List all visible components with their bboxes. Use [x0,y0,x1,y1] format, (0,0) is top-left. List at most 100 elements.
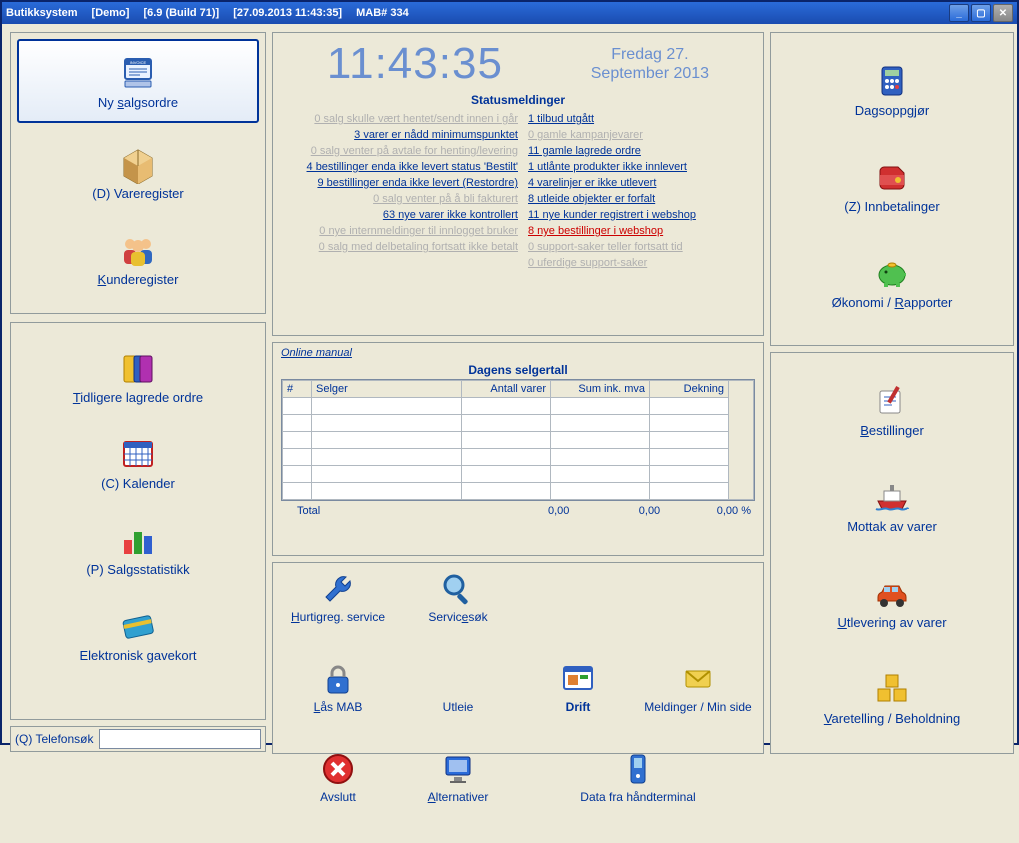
calendar-icon [118,434,158,474]
status-link[interactable]: 0 salg skulle vært hentet/sendt innen i … [283,113,518,125]
online-manual-link[interactable]: Online manual [273,343,360,363]
build-tag: [6.9 (Build 71)] [143,7,219,19]
status-link[interactable]: 0 salg med delbetaling fortsatt ikke bet… [283,241,518,253]
status-link[interactable]: 0 gamle kampanjevarer [528,129,753,141]
col-sum[interactable]: Sum ink. mva [551,381,650,398]
boxes-icon [872,669,912,709]
service-search-button[interactable]: Servicesøk [399,569,517,657]
status-link[interactable]: 0 salg venter på å bli fakturert [283,193,518,205]
economy-button[interactable]: Økonomi / Rapporter [771,233,1013,329]
table-scrollbar[interactable] [729,381,754,500]
status-panel: 11:43:35 Fredag 27. September 2013 Statu… [272,32,764,336]
orders-label: Bestillinger [860,423,924,438]
table-row[interactable] [283,483,754,500]
left-secondary-panel: Tidligere lagrede ordre (C) Kalender (P)… [10,322,266,720]
table-row[interactable] [283,415,754,432]
customer-register-label: Kunderegister [98,272,179,287]
calendar-label: (C) Kalender [101,476,175,491]
service-reg-button[interactable]: Hurtigreg. service [279,569,397,657]
options-button[interactable]: Alternativer [399,749,517,837]
new-sales-order-button[interactable]: INVOICE Ny salgsordre [17,39,259,123]
seller-panel: Online manual Dagens selgertall # Selger… [272,342,764,556]
titlebar: Butikksystem [Demo] [6.9 (Build 71)] [27… [2,2,1017,24]
stocktake-label: Varetelling / Beholdning [824,711,960,726]
status-link[interactable]: 0 salg venter på avtale for henting/leve… [283,145,518,157]
status-link[interactable]: 8 utleide objekter er forfalt [528,193,753,205]
status-link[interactable]: 0 uferdige support-saker [528,257,753,269]
status-link[interactable]: 4 varelinjer er ikke utlevert [528,177,753,189]
day-closing-label: Dagsoppgjør [855,103,929,118]
table-row[interactable] [283,398,754,415]
stocktake-button[interactable]: Varetelling / Beholdning [771,649,1013,745]
phone-search-panel: (Q) Telefonsøk [10,726,266,752]
col-qty[interactable]: Antall varer [462,381,551,398]
status-link[interactable]: 0 nye internmeldinger til innlogget bruk… [283,225,518,237]
col-num[interactable]: # [283,381,312,398]
maximize-button[interactable]: ▢ [971,4,991,22]
table-row[interactable] [283,466,754,483]
handterminal-button[interactable]: Data fra håndterminal [519,749,757,837]
status-link[interactable]: 9 bestillinger enda ikke levert (Restord… [283,177,518,189]
mab-tag: MAB# 334 [356,7,409,19]
total-qty: 0,00 [479,505,570,517]
phone-search-input[interactable] [99,729,261,749]
exit-button[interactable]: Avslutt [279,749,397,837]
total-row: Total 0,00 0,00 0,00 % [273,503,763,523]
deliver-goods-button[interactable]: Utlevering av varer [771,553,1013,649]
options-label: Alternativer [428,791,489,804]
col-cov[interactable]: Dekning [650,381,729,398]
status-link[interactable]: 11 gamle lagrede ordre [528,145,753,157]
right-primary-panel: Dagsoppgjør (Z) Innbetalinger Økonomi / … [770,32,1014,346]
sales-stats-button[interactable]: (P) Salgsstatistikk [11,505,265,591]
car-icon [872,573,912,613]
drift-button[interactable]: Drift [519,659,637,747]
main-window: Butikksystem [Demo] [6.9 (Build 71)] [27… [0,0,1019,745]
lock-icon [318,659,358,699]
clock-display: 11:43:35 [327,39,503,89]
item-register-label: (D) Vareregister [92,186,184,201]
receive-goods-label: Mottak av varer [847,519,937,534]
service-reg-label: Hurtigreg. service [291,611,385,624]
item-register-button[interactable]: (D) Vareregister [11,129,265,215]
saved-orders-button[interactable]: Tidligere lagrede ordre [11,333,265,419]
table-row[interactable] [283,432,754,449]
wallet-icon [872,157,912,197]
monitor-icon [438,749,478,789]
total-cov: 0,00 % [660,505,751,517]
giftcard-button[interactable]: Elektronisk gavekort [11,591,265,677]
messages-label: Meldinger / Min side [644,701,751,714]
rental-button[interactable]: Utleie [399,659,517,747]
messages-button[interactable]: Meldinger / Min side [639,659,757,747]
calculator-icon [872,61,912,101]
receive-goods-button[interactable]: Mottak av varer [771,457,1013,553]
magnifier-icon [438,569,478,609]
right-secondary-panel: Bestillinger Mottak av varer Utlevering … [770,352,1014,754]
wrench-icon [318,569,358,609]
status-link[interactable]: 1 tilbud utgått [528,113,753,125]
table-row[interactable] [283,449,754,466]
card-icon [118,606,158,646]
lock-button[interactable]: Lås MAB [279,659,397,747]
piggy-icon [872,253,912,293]
minimize-button[interactable]: _ [949,4,969,22]
payments-button[interactable]: (Z) Innbetalinger [771,137,1013,233]
seller-table: # Selger Antall varer Sum ink. mva Dekni… [281,379,755,501]
box-icon [118,144,158,184]
people-icon [118,230,158,270]
calendar-button[interactable]: (C) Kalender [11,419,265,505]
status-link[interactable]: 11 nye kunder registrert i webshop [528,209,753,221]
status-link[interactable]: 3 varer er nådd minimumspunktet [283,129,518,141]
status-link[interactable]: 8 nye bestillinger i webshop [528,225,753,237]
close-button[interactable]: ✕ [993,4,1013,22]
col-seller[interactable]: Selger [312,381,462,398]
date-display: Fredag 27. September 2013 [591,45,709,83]
status-link[interactable]: 63 nye varer ikke kontrollert [283,209,518,221]
status-link[interactable]: 0 support-saker teller fortsatt tid [528,241,753,253]
orders-button[interactable]: Bestillinger [771,361,1013,457]
tool-spacer [519,569,637,657]
status-link[interactable]: 1 utlånte produkter ikke innlevert [528,161,753,173]
day-closing-button[interactable]: Dagsoppgjør [771,41,1013,137]
svg-text:INVOICE: INVOICE [130,60,147,65]
customer-register-button[interactable]: Kunderegister [11,215,265,301]
status-link[interactable]: 4 bestillinger enda ikke levert status '… [283,161,518,173]
